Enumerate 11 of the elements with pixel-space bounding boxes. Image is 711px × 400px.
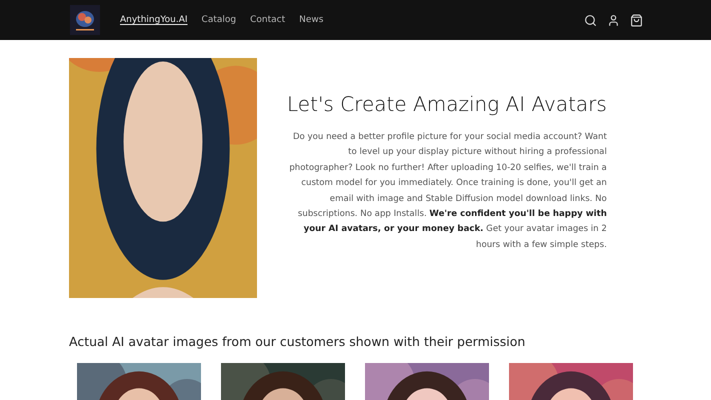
- gallery-heading: Actual AI avatar images from our customers shown with their permission: [69, 334, 526, 349]
- nav-link[interactable]: AnythingYou.AI: [120, 15, 188, 25]
- search-icon[interactable]: [584, 14, 597, 26]
- user-icon[interactable]: [607, 14, 620, 26]
- brain-logo[interactable]: [70, 5, 100, 35]
- nav-link[interactable]: News: [299, 15, 324, 25]
- nav-link[interactable]: Catalog: [202, 15, 236, 25]
- nav-link[interactable]: Contact: [250, 15, 286, 25]
- hero-title: Let's Create Amazing AI Avatars: [287, 92, 607, 116]
- bag-icon[interactable]: [630, 14, 643, 26]
- hero-description: Do you need a better profile picture for your social media account? Want to level up your display picture without hiring a professional photographer? Look no further! After uploading 10-20 selfies, we'll train a custom model for you immediately. Once training is done, you'll get an email with image and Stable Diffusion model download links. No subscriptions. No app Installs. We're confident you'll be happy with your AI avatars, or your money back. Get your avatar images in 2 hours with a few simple steps.: [288, 131, 607, 252]
